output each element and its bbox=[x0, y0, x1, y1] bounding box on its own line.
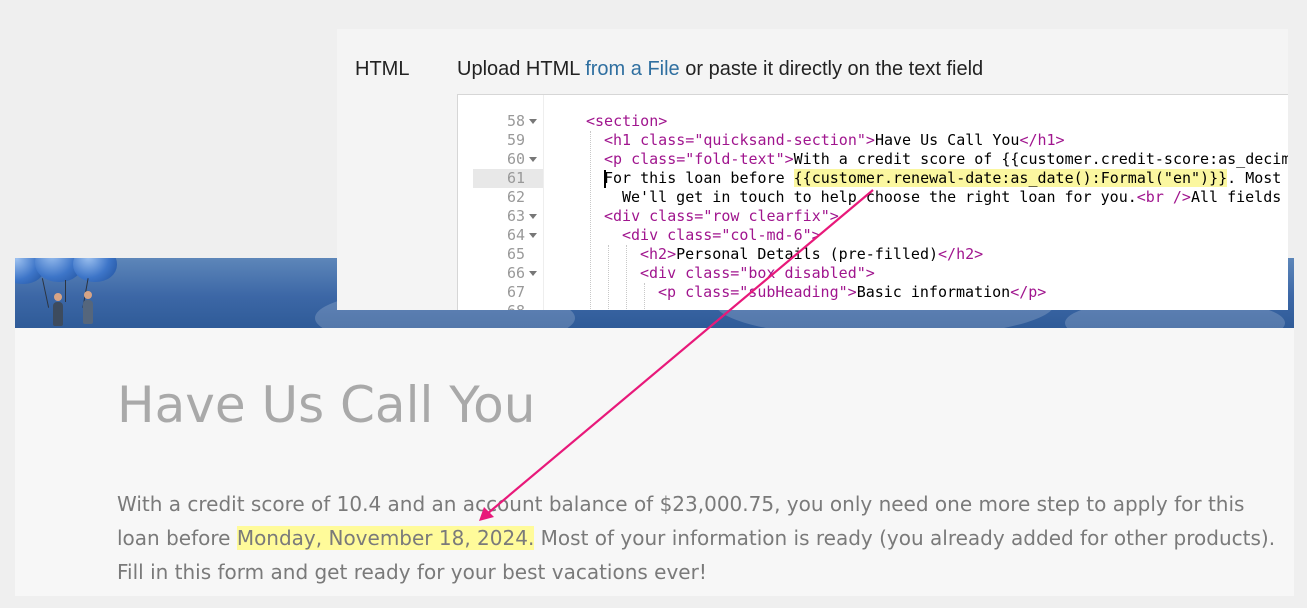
upload-suffix: or paste it directly on the text field bbox=[679, 58, 984, 80]
code-line-61: 61 For this loan before {{customer.renew… bbox=[458, 169, 1288, 188]
text-cursor bbox=[604, 170, 606, 188]
upload-prefix: Upload HTML bbox=[457, 58, 586, 80]
fold-arrow-icon[interactable] bbox=[529, 214, 537, 219]
code-line-59: 59 <h1 class="quicksand-section">Have Us… bbox=[506, 131, 1065, 149]
upload-instructions: Upload HTML from a File or paste it dire… bbox=[457, 58, 983, 81]
code-line-65: 65 <h2>Personal Details (pre-filled)</h2… bbox=[506, 245, 984, 263]
fold-arrow-icon[interactable] bbox=[529, 157, 537, 162]
code-line-partial: 68 bbox=[458, 302, 1288, 310]
upload-from-file-link[interactable]: from a File bbox=[585, 58, 679, 80]
code-line-63: 63 <div class="row clearfix"> bbox=[506, 207, 839, 225]
code-line-60: 60 <p class="fold-text">With a credit sc… bbox=[506, 150, 1288, 168]
renewal-date-highlight: Monday, November 18, 2024. bbox=[236, 526, 535, 550]
code-line-66: 66 <div class="box disabled"> bbox=[506, 264, 875, 282]
fold-arrow-icon[interactable] bbox=[529, 119, 537, 124]
page-title: Have Us Call You bbox=[117, 376, 536, 434]
html-editor-panel: HTML Upload HTML from a File or paste it… bbox=[337, 29, 1288, 310]
code-editor[interactable]: ~ ~ ~ ~ ~ ~ 58 <section> 59 <h1 class="q… bbox=[457, 94, 1288, 310]
balloon-illustration bbox=[15, 258, 125, 328]
code-line-58: 58 <section> bbox=[506, 112, 668, 130]
renewal-date-expression: {{customer.renewal-date:as_date():Formal… bbox=[793, 169, 1228, 187]
fold-arrow-icon[interactable] bbox=[529, 233, 537, 238]
code-line-67: 67 <p class="subHeading">Basic informati… bbox=[506, 283, 1047, 301]
code-line-62: 62 We'll get in touch to help choose the… bbox=[506, 188, 1282, 206]
code-line-partial: ~ ~ ~ ~ ~ ~ bbox=[458, 95, 1288, 101]
fold-arrow-icon[interactable] bbox=[529, 271, 537, 276]
code-line-64: 64 <div class="col-md-6"> bbox=[506, 226, 821, 244]
content-section: Have Us Call You With a credit score of … bbox=[15, 328, 1294, 596]
html-field-label: HTML bbox=[355, 58, 410, 80]
fold-text-paragraph: With a credit score of 10.4 and an accou… bbox=[117, 487, 1282, 589]
